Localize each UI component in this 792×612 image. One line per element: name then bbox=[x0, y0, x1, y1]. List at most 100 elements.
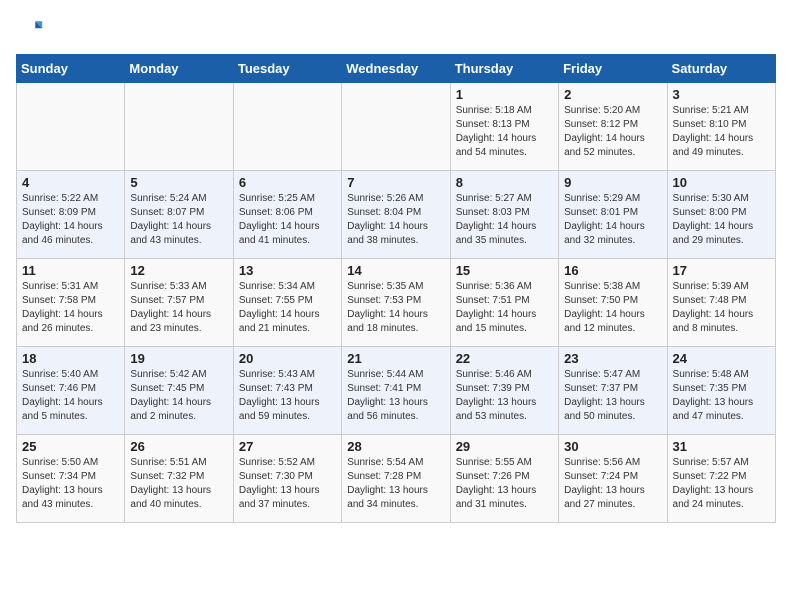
calendar-cell: 22 Sunrise: 5:46 AM Sunset: 7:39 PM Dayli… bbox=[450, 347, 558, 435]
day-number: 18 bbox=[22, 351, 119, 366]
cell-content: Sunrise: 5:47 AM Sunset: 7:37 PM Dayligh… bbox=[564, 368, 661, 424]
day-number: 2 bbox=[564, 87, 661, 102]
calendar-cell: 23 Sunrise: 5:47 AM Sunset: 7:37 PM Dayli… bbox=[559, 347, 667, 435]
day-number: 21 bbox=[347, 351, 444, 366]
calendar-cell: 26Sunrise: 5:51 AM Sunset: 7:32 PM Dayli… bbox=[125, 435, 233, 523]
calendar-cell: 3 Sunrise: 5:21 AM Sunset: 8:10 PM Daylig… bbox=[667, 83, 775, 171]
day-number: 28 bbox=[347, 439, 444, 454]
cell-content: Sunrise: 5:56 AM Sunset: 7:24 PM Dayligh… bbox=[564, 456, 661, 512]
day-number: 25 bbox=[22, 439, 119, 454]
day-number: 3 bbox=[673, 87, 770, 102]
column-header-friday: Friday bbox=[559, 55, 667, 83]
column-header-saturday: Saturday bbox=[667, 55, 775, 83]
calendar-cell: 6 Sunrise: 5:25 AM Sunset: 8:06 PM Daylig… bbox=[233, 171, 341, 259]
calendar-cell: 13Sunrise: 5:34 AM Sunset: 7:55 PM Dayli… bbox=[233, 259, 341, 347]
day-number: 14 bbox=[347, 263, 444, 278]
cell-content: Sunrise: 5:42 AM Sunset: 7:45 PM Dayligh… bbox=[130, 368, 227, 424]
cell-content: Sunrise: 5:31 AM Sunset: 7:58 PM Dayligh… bbox=[22, 280, 119, 336]
calendar-cell: 19 Sunrise: 5:42 AM Sunset: 7:45 PM Dayli… bbox=[125, 347, 233, 435]
calendar-cell: 25 Sunrise: 5:50 AM Sunset: 7:34 PM Dayli… bbox=[17, 435, 125, 523]
cell-content: Sunrise: 5:46 AM Sunset: 7:39 PM Dayligh… bbox=[456, 368, 553, 424]
calendar-week-1: 1 Sunrise: 5:18 AM Sunset: 8:13 PM Daylig… bbox=[17, 83, 776, 171]
day-number: 19 bbox=[130, 351, 227, 366]
day-number: 17 bbox=[673, 263, 770, 278]
logo bbox=[16, 16, 48, 44]
column-header-wednesday: Wednesday bbox=[342, 55, 450, 83]
calendar-cell: 27Sunrise: 5:52 AM Sunset: 7:30 PM Dayli… bbox=[233, 435, 341, 523]
day-number: 6 bbox=[239, 175, 336, 190]
calendar-header-row: SundayMondayTuesdayWednesdayThursdayFrid… bbox=[17, 55, 776, 83]
day-number: 29 bbox=[456, 439, 553, 454]
cell-content: Sunrise: 5:54 AM Sunset: 7:28 PM Dayligh… bbox=[347, 456, 444, 512]
calendar-cell bbox=[125, 83, 233, 171]
cell-content: Sunrise: 5:21 AM Sunset: 8:10 PM Dayligh… bbox=[673, 104, 770, 160]
calendar-cell: 4Sunrise: 5:22 AM Sunset: 8:09 PM Daylig… bbox=[17, 171, 125, 259]
cell-content: Sunrise: 5:26 AM Sunset: 8:04 PM Dayligh… bbox=[347, 192, 444, 248]
cell-content: Sunrise: 5:33 AM Sunset: 7:57 PM Dayligh… bbox=[130, 280, 227, 336]
calendar-cell bbox=[233, 83, 341, 171]
column-header-sunday: Sunday bbox=[17, 55, 125, 83]
cell-content: Sunrise: 5:43 AM Sunset: 7:43 PM Dayligh… bbox=[239, 368, 336, 424]
day-number: 16 bbox=[564, 263, 661, 278]
column-header-tuesday: Tuesday bbox=[233, 55, 341, 83]
cell-content: Sunrise: 5:35 AM Sunset: 7:53 PM Dayligh… bbox=[347, 280, 444, 336]
calendar-cell: 21 Sunrise: 5:44 AM Sunset: 7:41 PM Dayli… bbox=[342, 347, 450, 435]
day-number: 10 bbox=[673, 175, 770, 190]
cell-content: Sunrise: 5:18 AM Sunset: 8:13 PM Dayligh… bbox=[456, 104, 553, 160]
calendar-cell: 10 Sunrise: 5:30 AM Sunset: 8:00 PM Dayli… bbox=[667, 171, 775, 259]
calendar-cell: 2 Sunrise: 5:20 AM Sunset: 8:12 PM Daylig… bbox=[559, 83, 667, 171]
day-number: 5 bbox=[130, 175, 227, 190]
calendar-cell: 24 Sunrise: 5:48 AM Sunset: 7:35 PM Dayli… bbox=[667, 347, 775, 435]
cell-content: Sunrise: 5:44 AM Sunset: 7:41 PM Dayligh… bbox=[347, 368, 444, 424]
calendar-cell: 17Sunrise: 5:39 AM Sunset: 7:48 PM Dayli… bbox=[667, 259, 775, 347]
calendar-cell: 11 Sunrise: 5:31 AM Sunset: 7:58 PM Dayli… bbox=[17, 259, 125, 347]
day-number: 1 bbox=[456, 87, 553, 102]
day-number: 24 bbox=[673, 351, 770, 366]
logo-icon bbox=[16, 16, 44, 44]
cell-content: Sunrise: 5:30 AM Sunset: 8:00 PM Dayligh… bbox=[673, 192, 770, 248]
calendar-cell: 29Sunrise: 5:55 AM Sunset: 7:26 PM Dayli… bbox=[450, 435, 558, 523]
calendar-cell: 30 Sunrise: 5:56 AM Sunset: 7:24 PM Dayli… bbox=[559, 435, 667, 523]
calendar-cell: 20 Sunrise: 5:43 AM Sunset: 7:43 PM Dayli… bbox=[233, 347, 341, 435]
calendar-cell: 12Sunrise: 5:33 AM Sunset: 7:57 PM Dayli… bbox=[125, 259, 233, 347]
day-number: 9 bbox=[564, 175, 661, 190]
calendar-cell: 1 Sunrise: 5:18 AM Sunset: 8:13 PM Daylig… bbox=[450, 83, 558, 171]
calendar-week-4: 18 Sunrise: 5:40 AM Sunset: 7:46 PM Dayli… bbox=[17, 347, 776, 435]
cell-content: Sunrise: 5:25 AM Sunset: 8:06 PM Dayligh… bbox=[239, 192, 336, 248]
calendar-cell: 7 Sunrise: 5:26 AM Sunset: 8:04 PM Daylig… bbox=[342, 171, 450, 259]
calendar-cell: 16 Sunrise: 5:38 AM Sunset: 7:50 PM Dayli… bbox=[559, 259, 667, 347]
cell-content: Sunrise: 5:57 AM Sunset: 7:22 PM Dayligh… bbox=[673, 456, 770, 512]
cell-content: Sunrise: 5:38 AM Sunset: 7:50 PM Dayligh… bbox=[564, 280, 661, 336]
cell-content: Sunrise: 5:52 AM Sunset: 7:30 PM Dayligh… bbox=[239, 456, 336, 512]
calendar-cell: 18 Sunrise: 5:40 AM Sunset: 7:46 PM Dayli… bbox=[17, 347, 125, 435]
day-number: 31 bbox=[673, 439, 770, 454]
day-number: 20 bbox=[239, 351, 336, 366]
cell-content: Sunrise: 5:24 AM Sunset: 8:07 PM Dayligh… bbox=[130, 192, 227, 248]
day-number: 30 bbox=[564, 439, 661, 454]
day-number: 23 bbox=[564, 351, 661, 366]
day-number: 15 bbox=[456, 263, 553, 278]
cell-content: Sunrise: 5:29 AM Sunset: 8:01 PM Dayligh… bbox=[564, 192, 661, 248]
calendar-cell: 5 Sunrise: 5:24 AM Sunset: 8:07 PM Daylig… bbox=[125, 171, 233, 259]
calendar-cell: 8 Sunrise: 5:27 AM Sunset: 8:03 PM Daylig… bbox=[450, 171, 558, 259]
calendar-cell: 9 Sunrise: 5:29 AM Sunset: 8:01 PM Daylig… bbox=[559, 171, 667, 259]
cell-content: Sunrise: 5:40 AM Sunset: 7:46 PM Dayligh… bbox=[22, 368, 119, 424]
calendar-cell: 14 Sunrise: 5:35 AM Sunset: 7:53 PM Dayli… bbox=[342, 259, 450, 347]
calendar-week-3: 11 Sunrise: 5:31 AM Sunset: 7:58 PM Dayli… bbox=[17, 259, 776, 347]
column-header-thursday: Thursday bbox=[450, 55, 558, 83]
cell-content: Sunrise: 5:50 AM Sunset: 7:34 PM Dayligh… bbox=[22, 456, 119, 512]
day-number: 11 bbox=[22, 263, 119, 278]
calendar-cell: 15 Sunrise: 5:36 AM Sunset: 7:51 PM Dayli… bbox=[450, 259, 558, 347]
cell-content: Sunrise: 5:27 AM Sunset: 8:03 PM Dayligh… bbox=[456, 192, 553, 248]
calendar-week-2: 4Sunrise: 5:22 AM Sunset: 8:09 PM Daylig… bbox=[17, 171, 776, 259]
day-number: 22 bbox=[456, 351, 553, 366]
day-number: 7 bbox=[347, 175, 444, 190]
cell-content: Sunrise: 5:36 AM Sunset: 7:51 PM Dayligh… bbox=[456, 280, 553, 336]
day-number: 8 bbox=[456, 175, 553, 190]
calendar-table: SundayMondayTuesdayWednesdayThursdayFrid… bbox=[16, 54, 776, 523]
day-number: 4 bbox=[22, 175, 119, 190]
cell-content: Sunrise: 5:48 AM Sunset: 7:35 PM Dayligh… bbox=[673, 368, 770, 424]
cell-content: Sunrise: 5:20 AM Sunset: 8:12 PM Dayligh… bbox=[564, 104, 661, 160]
day-number: 26 bbox=[130, 439, 227, 454]
page-header bbox=[16, 16, 776, 44]
